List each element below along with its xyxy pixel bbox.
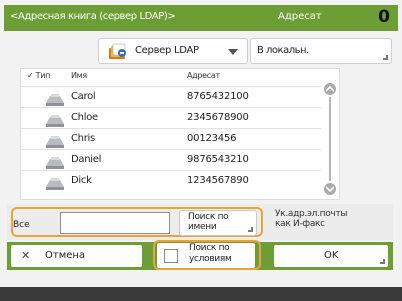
address-book-icon [107,42,129,60]
to-local-button[interactable]: В локальн. [250,38,392,64]
search-by-condition-button[interactable]: Поиск по условиям [157,243,255,268]
ok-button[interactable]: OK [274,245,388,267]
fax-icon [45,175,65,190]
search-all-label: Все [13,220,30,230]
checkmark-icon: ✓ [27,71,34,80]
corner-arrow-icon [248,227,253,232]
search-panel: Все Поиск по имени Ук.адр.эл.почты как И… [7,204,393,240]
contact-name: Chloe [71,112,98,123]
action-bar: ✕ Отмена Поиск по условиям OK [7,240,393,270]
fax-icon [45,154,65,169]
search-by-condition-label: Поиск по условиям [189,243,232,264]
title-bar: <Адресная книга (сервер LDAP)> Адресат 0 [4,5,398,31]
corner-arrow-icon [383,55,388,60]
to-local-label: В локальн. [257,45,309,56]
contact-address: 1234567890 [187,175,249,186]
column-header-type[interactable]: ✓ Тип [27,71,50,80]
status-bar [0,287,402,301]
contact-name: Chris [71,133,95,144]
list-item[interactable]: Chris 00123456 [21,128,321,149]
chevron-down-icon [228,49,238,55]
scrollbar-track[interactable] [329,97,331,181]
scrollbar[interactable] [324,83,336,195]
list-item[interactable]: Chloe 2345678900 [21,107,321,128]
column-header-name[interactable]: Имя [71,71,87,80]
search-input[interactable] [60,212,170,234]
contact-address: 2345678900 [187,112,249,123]
checkbox-icon [164,249,178,263]
fax-icon [45,91,65,106]
corner-arrow-icon [380,259,385,264]
recipient-label: Адресат [278,11,322,22]
ifax-info-text: Ук.адр.эл.почты как И-факс [275,209,348,229]
address-book-screen: <Адресная книга (сервер LDAP)> Адресат 0… [0,0,402,301]
contact-name: Dick [71,175,92,186]
list-item[interactable]: Daniel 9876543210 [21,149,321,170]
contact-name: Carol [71,91,96,102]
cancel-label: Отмена [45,250,86,261]
column-header-address[interactable]: Адресат [187,71,220,80]
close-icon: ✕ [21,249,31,262]
search-by-name-button[interactable]: Поиск по имени [179,210,257,236]
fax-icon [45,133,65,148]
contact-address: 9876543210 [187,154,249,165]
ok-label: OK [324,250,339,261]
server-select[interactable]: Сервер LDAP [98,38,248,64]
cancel-button[interactable]: ✕ Отмена [11,245,142,267]
page-title: <Адресная книга (сервер LDAP)> [10,11,176,22]
contact-address: 00123456 [187,133,237,144]
contact-name: Daniel [71,154,102,165]
recipient-count: 0 [378,7,390,27]
contact-address: 8765432100 [187,91,249,102]
scroll-down-button[interactable] [324,183,336,195]
address-list: ✓ Тип Имя Адресат Carol 8765432100 Chloe… [20,68,340,200]
list-item[interactable]: Carol 8765432100 [21,86,321,107]
server-select-label: Сервер LDAP [135,45,199,56]
list-item[interactable]: Dick 1234567890 [21,170,321,191]
search-by-name-label: Поиск по имени [188,212,229,232]
scroll-up-button[interactable] [324,83,336,95]
fax-icon [45,112,65,127]
